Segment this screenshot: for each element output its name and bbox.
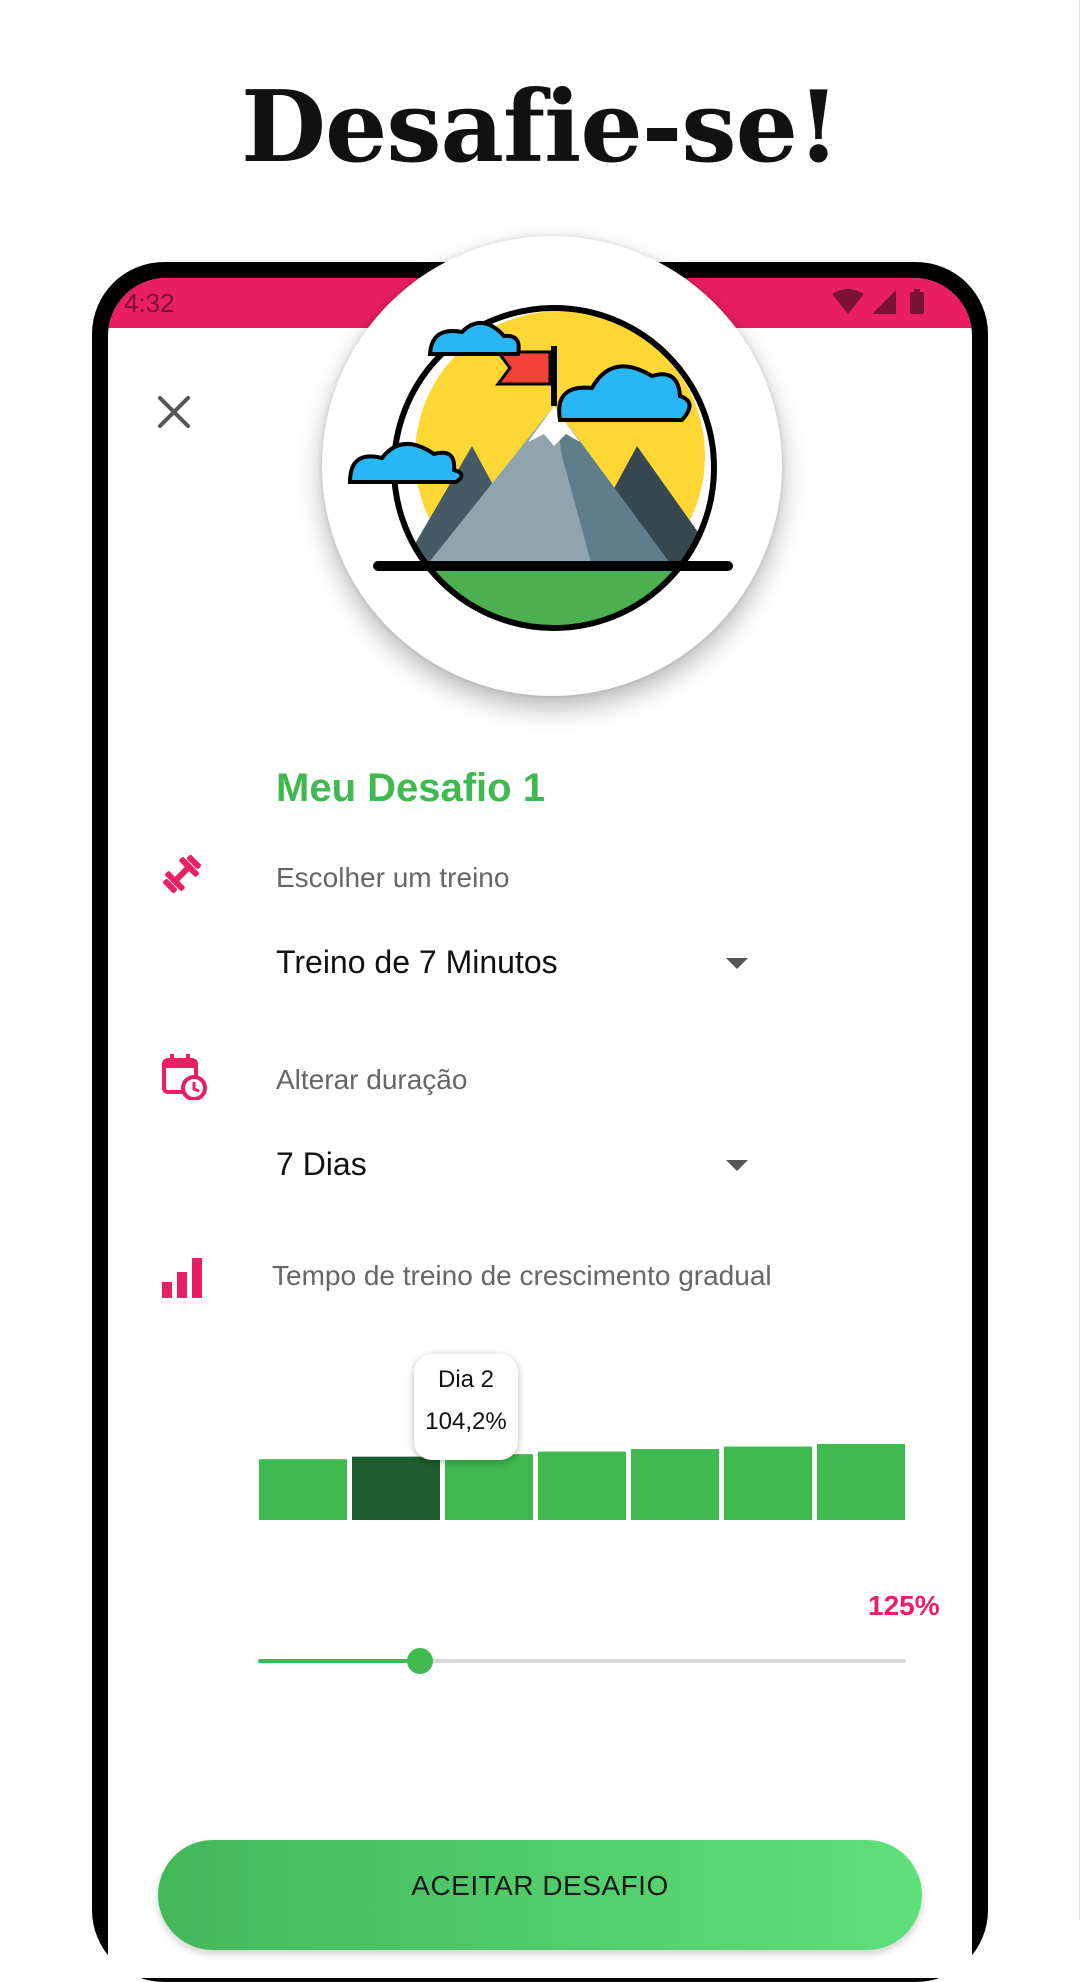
progression-slider[interactable] (258, 1644, 906, 1678)
duration-select-value: 7 Dias (276, 1146, 367, 1182)
dumbbell-icon (163, 855, 201, 893)
signal-icon (872, 290, 896, 314)
bar-chart-icon (162, 1258, 202, 1298)
chevron-down-icon (726, 958, 748, 969)
workout-select[interactable]: Treino de 7 Minutos (276, 936, 756, 992)
workout-label: Escolher um treino (276, 862, 510, 893)
tooltip-value: 104,2% (425, 1408, 507, 1435)
slider-max-label: 125% (868, 1590, 940, 1621)
accept-button-label: ACEITAR DESAFIO (411, 1870, 669, 1901)
slider-thumb[interactable] (407, 1648, 433, 1674)
headline: Desafie-se! (241, 70, 840, 185)
chevron-down-icon (726, 1160, 748, 1171)
duration-label: Alterar duração (276, 1064, 468, 1095)
progression-label: Tempo de treino de crescimento gradual (272, 1260, 772, 1291)
calendar-clock-icon (162, 1054, 207, 1100)
chart-tooltip: Dia 2 104,2% (414, 1354, 518, 1460)
wifi-icon (832, 289, 864, 314)
close-icon (158, 396, 190, 428)
challenge-name[interactable]: Meu Desafio 1 (276, 766, 545, 811)
mountain-flag-icon (347, 305, 733, 631)
status-icons (832, 289, 924, 314)
duration-select[interactable]: 7 Dias (276, 1138, 756, 1194)
status-time: 4:32 (124, 288, 175, 318)
workout-select-value: Treino de 7 Minutos (276, 944, 558, 980)
slider-fill (258, 1659, 420, 1663)
battery-icon (910, 292, 924, 314)
close-button[interactable] (152, 390, 196, 434)
tooltip-day: Dia 2 (437, 1366, 495, 1393)
accept-challenge-button[interactable]: ACEITAR DESAFIO (158, 1840, 922, 1950)
challenge-badge (322, 236, 782, 696)
